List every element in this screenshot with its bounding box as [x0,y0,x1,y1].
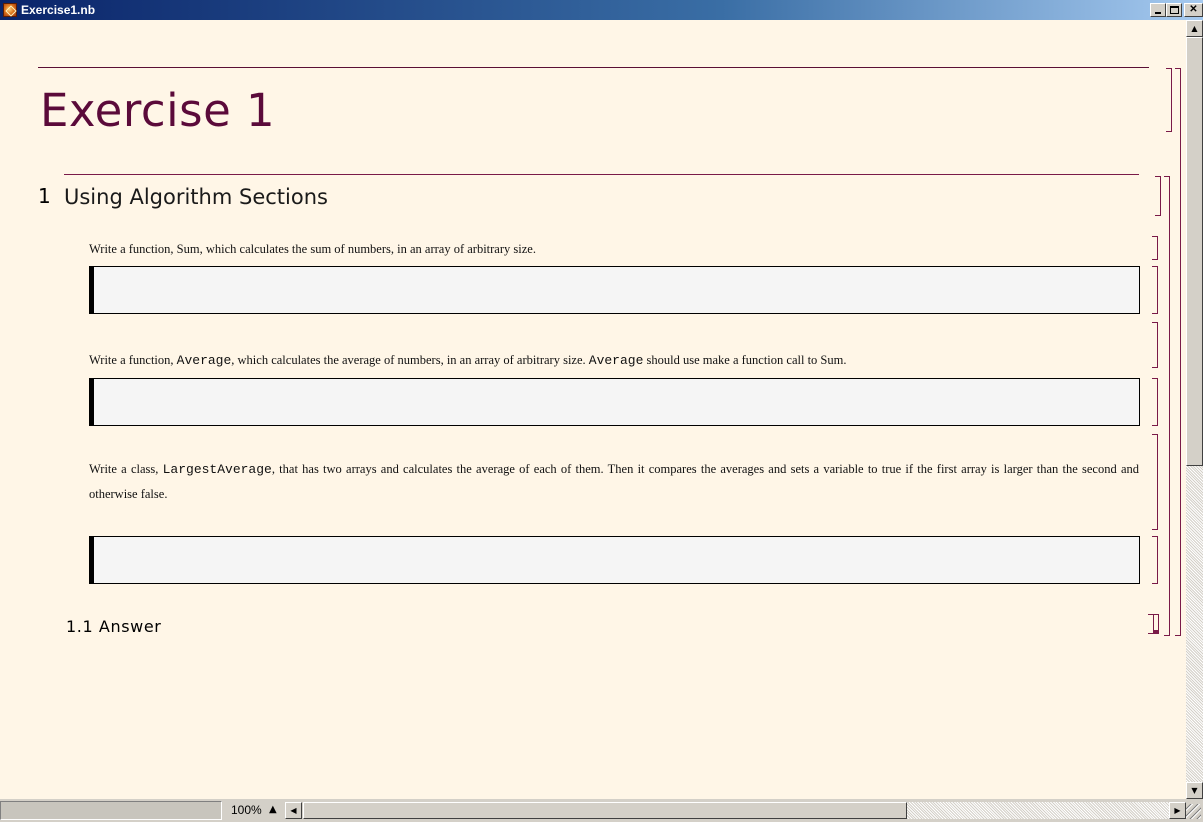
arrow-right-icon: ▶ [1174,806,1181,815]
section-title[interactable]: Using Algorithm Sections [64,185,328,209]
cell-bracket[interactable] [1152,378,1158,426]
text-span: . [843,353,847,367]
cell-bracket[interactable] [1166,68,1172,132]
inline-code: Sum [820,353,844,367]
scroll-down-button[interactable]: ▼ [1186,782,1203,799]
resize-grip[interactable] [1186,804,1201,819]
zoom-level[interactable]: 100% [231,803,262,817]
question-text-cell[interactable]: Write a function, Sum, which calculates … [89,239,536,259]
arrow-up-icon: ▲ [1191,24,1198,33]
question-text-cell[interactable]: Write a class, LargestAverage, that has … [89,457,1139,506]
cell-bracket[interactable] [1152,322,1158,368]
question-text-cell[interactable]: Write a function, Average, which calcula… [89,350,1144,371]
scroll-right-button[interactable]: ▶ [1169,802,1186,819]
group-bracket[interactable] [1175,68,1181,636]
zoom-menu-arrow-icon[interactable]: ▲ [269,805,277,815]
maximize-button[interactable] [1166,3,1182,17]
cell-bracket[interactable] [1152,434,1158,530]
inline-code: Average [588,353,644,368]
mathematica-app-icon[interactable] [3,3,17,17]
section-divider [64,174,1139,175]
inline-code: Average [176,353,232,368]
input-cell[interactable] [89,266,1140,314]
status-text-box [0,801,222,820]
text-span: Write a class, [89,462,163,476]
window-title: Exercise1.nb [21,3,96,17]
inline-code: LargestAverage [162,462,272,477]
text-span: should use make a function call to [643,353,821,367]
input-cell[interactable] [89,378,1140,426]
arrow-left-icon: ◀ [290,806,297,815]
cell-bracket[interactable] [1155,176,1161,216]
inline-code: Sum [176,242,200,256]
scroll-left-button[interactable]: ◀ [285,802,302,819]
scroll-thumb[interactable] [1186,37,1203,466]
closed-group-bracket[interactable] [1153,614,1159,634]
window-title-bar[interactable]: Exercise1.nb ✕ [0,0,1203,20]
title-divider [38,67,1149,68]
minimize-icon [1155,12,1161,14]
cell-bracket[interactable] [1152,236,1158,260]
vertical-scrollbar[interactable]: ▲ ▼ [1186,20,1203,799]
notebook-title[interactable]: Exercise 1 [40,84,275,137]
scroll-up-button[interactable]: ▲ [1186,20,1203,37]
status-bar: 100% ▲ ◀ ▶ [0,799,1203,822]
text-span: , which calculates the sum of numbers, i… [199,242,536,256]
close-icon: ✕ [1189,4,1198,15]
maximize-icon [1170,6,1179,14]
notebook-document[interactable]: Exercise 1 1 Using Algorithm Sections Wr… [0,20,1186,799]
subsection-title[interactable]: 1.1 Answer [66,617,161,636]
horizontal-scroll-thumb[interactable] [303,802,907,819]
arrow-down-icon: ▼ [1191,786,1198,795]
group-bracket[interactable] [1164,176,1170,636]
cell-bracket[interactable] [1152,536,1158,584]
close-button[interactable]: ✕ [1184,3,1203,17]
horizontal-scroll-track[interactable] [907,802,1169,819]
text-span: Write a function, [89,242,177,256]
section-number: 1 [38,184,51,208]
minimize-button[interactable] [1150,3,1166,17]
text-span: , which calculates the average of number… [231,353,589,367]
cell-bracket[interactable] [1152,266,1158,314]
text-span: Write a function, [89,353,177,367]
input-cell[interactable] [89,536,1140,584]
